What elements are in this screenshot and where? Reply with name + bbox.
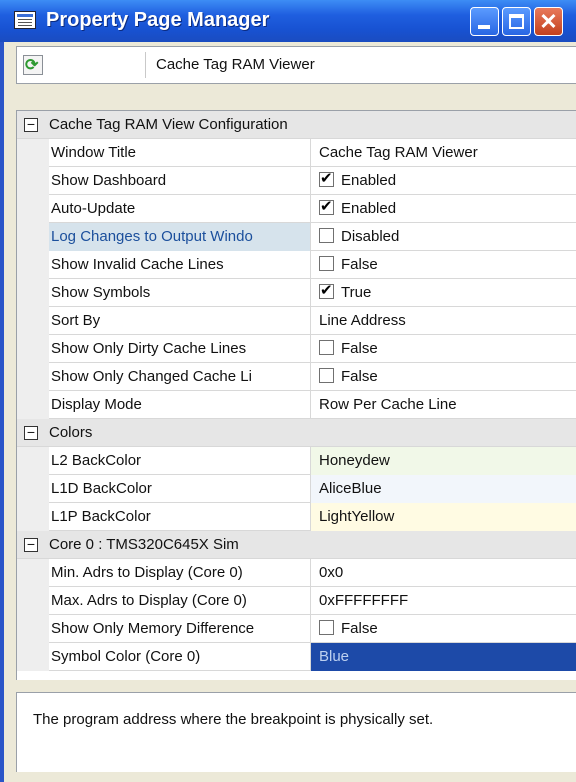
object-selector[interactable]: Cache Tag RAM Viewer (145, 52, 576, 78)
checkbox[interactable] (319, 620, 334, 635)
property-name: Show Only Memory Difference (49, 615, 311, 643)
property-row-l1d-backcolor[interactable]: L1D BackColor AliceBlue (17, 475, 576, 503)
property-name: Max. Adrs to Display (Core 0) (49, 587, 311, 615)
refresh-button[interactable]: ⟳ (23, 55, 43, 75)
property-row-l1p-backcolor[interactable]: L1P BackColor LightYellow (17, 503, 576, 531)
property-row-show-dashboard[interactable]: Show Dashboard Enabled (17, 165, 576, 195)
checkbox[interactable] (319, 228, 334, 243)
property-name: L1D BackColor (49, 475, 311, 503)
property-row-show-changed[interactable]: Show Only Changed Cache Li False (17, 363, 576, 391)
collapse-icon[interactable]: − (24, 117, 38, 132)
property-value: Enabled (341, 200, 397, 217)
object-toolbar: ⟳ Cache Tag RAM Viewer (16, 46, 576, 84)
property-row-auto-update[interactable]: Auto-Update Enabled (17, 193, 576, 223)
property-name: Sort By (49, 307, 311, 335)
minimize-button[interactable] (470, 7, 499, 36)
close-button[interactable]: ✕ (534, 7, 563, 36)
property-row-l2-backcolor[interactable]: L2 BackColor Honeydew (17, 447, 576, 475)
property-name: Display Mode (49, 391, 311, 419)
property-row-sort-by[interactable]: Sort By Line Address (17, 307, 576, 335)
checkbox[interactable] (319, 368, 334, 383)
minimize-icon (478, 25, 490, 29)
property-name: Min. Adrs to Display (Core 0) (49, 559, 311, 587)
property-value[interactable]: Row Per Cache Line (311, 391, 576, 419)
property-row-show-mem-diff[interactable]: Show Only Memory Difference False (17, 615, 576, 643)
checkbox[interactable] (319, 256, 334, 271)
property-name: L2 BackColor (49, 447, 311, 475)
property-value[interactable]: 0x0 (311, 559, 576, 587)
property-name: Symbol Color (Core 0) (49, 643, 311, 671)
category-label: Core 0 : TMS320C645X Sim (49, 536, 239, 553)
property-page-manager-window: Property Page Manager ✕ ⟳ Cache Tag RAM … (0, 0, 576, 782)
property-row-show-dirty[interactable]: Show Only Dirty Cache Lines False (17, 335, 576, 363)
property-name: Auto-Update (49, 195, 311, 223)
description-text: The program address where the breakpoint… (33, 711, 434, 728)
property-row-window-title[interactable]: Window Title Cache Tag RAM Viewer (17, 139, 576, 167)
property-name: Show Only Dirty Cache Lines (49, 335, 311, 363)
category-row-core0[interactable]: − Core 0 : TMS320C645X Sim (17, 531, 576, 559)
maximize-button[interactable] (502, 7, 531, 36)
property-value: False (341, 620, 378, 637)
title-bar[interactable]: Property Page Manager ✕ (0, 0, 576, 42)
property-value[interactable]: LightYellow (311, 503, 576, 531)
property-name: Show Invalid Cache Lines (49, 251, 311, 279)
checkbox[interactable] (319, 277, 334, 305)
property-value: True (341, 284, 372, 301)
property-value: Enabled (341, 172, 397, 189)
category-row-config[interactable]: − Cache Tag RAM View Configuration (17, 111, 576, 139)
category-row-colors[interactable]: − Colors (17, 419, 576, 447)
maximize-icon (509, 14, 524, 29)
property-row-show-symbols[interactable]: Show Symbols True (17, 277, 576, 307)
collapse-icon[interactable]: − (24, 537, 38, 552)
window-title: Property Page Manager (46, 9, 270, 31)
property-value: False (341, 256, 378, 273)
property-name: Window Title (49, 139, 311, 167)
property-row-log-changes[interactable]: Log Changes to Output Windo Disabled (17, 223, 576, 251)
category-label: Cache Tag RAM View Configuration (49, 116, 288, 133)
checkbox[interactable] (319, 193, 334, 221)
property-name: Log Changes to Output Windo (49, 223, 311, 251)
property-value: False (341, 368, 378, 385)
property-value: Disabled (341, 228, 400, 245)
close-icon: ✕ (539, 9, 558, 34)
property-value[interactable]: Line Address (311, 307, 576, 335)
property-value[interactable]: Honeydew (311, 447, 576, 475)
property-grid: − Cache Tag RAM View Configuration Windo… (16, 110, 576, 680)
checkbox[interactable] (319, 340, 334, 355)
property-row-show-invalid[interactable]: Show Invalid Cache Lines False (17, 251, 576, 279)
refresh-icon: ⟳ (25, 57, 39, 74)
app-window-icon (14, 11, 36, 29)
property-name: Show Symbols (49, 279, 311, 307)
checkbox[interactable] (319, 165, 334, 193)
property-row-symbol-color[interactable]: Symbol Color (Core 0) Blue (17, 643, 576, 671)
collapse-icon[interactable]: − (24, 425, 38, 440)
property-name: Show Only Changed Cache Li (49, 363, 311, 391)
property-row-display-mode[interactable]: Display Mode Row Per Cache Line (17, 391, 576, 419)
description-panel: The program address where the breakpoint… (16, 692, 576, 772)
property-value[interactable]: Blue (311, 643, 576, 671)
category-label: Colors (49, 424, 93, 441)
property-row-min-adrs[interactable]: Min. Adrs to Display (Core 0) 0x0 (17, 559, 576, 587)
property-name: Show Dashboard (49, 167, 311, 195)
property-name: L1P BackColor (49, 503, 311, 531)
property-row-max-adrs[interactable]: Max. Adrs to Display (Core 0) 0xFFFFFFFF (17, 587, 576, 615)
property-value: False (341, 340, 378, 357)
property-value[interactable]: Cache Tag RAM Viewer (311, 139, 576, 167)
property-value[interactable]: AliceBlue (311, 475, 576, 503)
property-value[interactable]: 0xFFFFFFFF (311, 587, 576, 615)
